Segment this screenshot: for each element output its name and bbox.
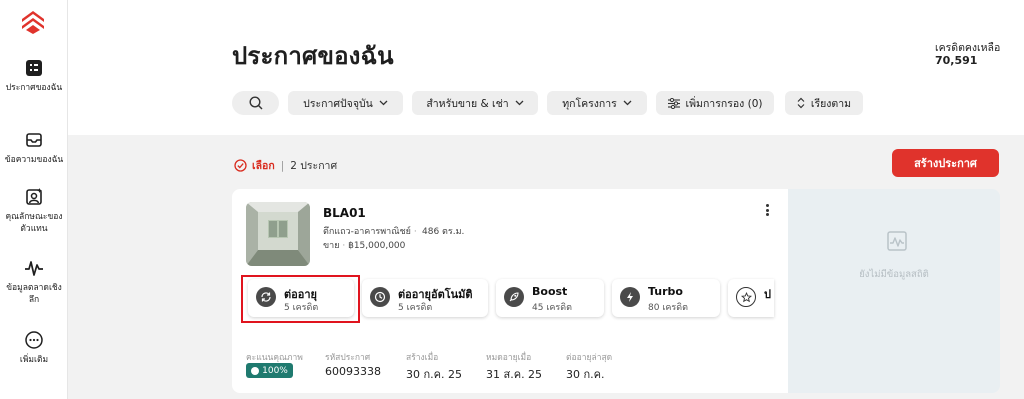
search-button[interactable] <box>232 91 279 115</box>
room-photo-image <box>246 202 310 266</box>
last-renewed-label: ต่ออายุล่าสุด <box>566 353 613 363</box>
more-options-icon[interactable] <box>762 202 772 218</box>
listing-size: 486 ตร.ม. <box>422 227 465 237</box>
filter-label: ทุกโครงการ <box>562 97 617 110</box>
star-icon <box>736 287 756 307</box>
featured-button[interactable]: ป <box>728 279 774 317</box>
listing-id-label: รหัสประกาศ <box>325 353 371 363</box>
action-name: ป <box>764 288 771 301</box>
filter-label: เรียงตาม <box>810 97 852 110</box>
action-name: Boost <box>532 285 568 298</box>
created-label: สร้างเมื่อ <box>406 353 439 363</box>
sliders-icon <box>667 97 680 109</box>
last-renewed-value: 30 ก.ค. <box>566 368 605 381</box>
sidebar-item-more[interactable]: เพิ่มเติม <box>0 330 68 366</box>
sort-icon <box>797 97 805 109</box>
filter-sale-rent[interactable]: สำหรับขาย & เช่า <box>412 91 538 115</box>
expires-value: 31 ส.ค. 25 <box>486 368 543 381</box>
filter-label: ประกาศปัจจุบัน <box>303 97 373 110</box>
sidebar-item-label: ข้อความของฉัน <box>4 155 64 165</box>
stats-chart-icon <box>887 231 907 251</box>
chevron-down-icon <box>515 100 524 106</box>
action-credit: 5 เครดิต <box>398 303 433 313</box>
sidebar-item-messages[interactable]: ข้อความของฉัน <box>0 130 68 166</box>
market-pulse-icon <box>25 261 43 276</box>
sort-button[interactable]: เรียงตาม <box>785 91 863 115</box>
sidebar-item-label: ข้อมูลตลาดเชิงลึก <box>6 283 62 305</box>
sidebar-item-market-insights[interactable]: ข้อมูลตลาดเชิงลึก <box>0 258 68 306</box>
sidebar-item-label: คุณลักษณะของตัวแทน <box>5 212 63 234</box>
sidebar-item-label: เพิ่มเติม <box>19 355 49 365</box>
agent-profile-icon <box>26 188 42 205</box>
rocket-icon <box>504 287 524 307</box>
filter-label: สำหรับขาย & เช่า <box>426 97 509 110</box>
action-name: Turbo <box>648 285 683 298</box>
expires-label: หมดอายุเมื่อ <box>486 353 532 363</box>
search-icon <box>248 96 262 110</box>
sidebar: ประกาศของฉัน ข้อความของฉัน คุณลักษณะของต… <box>0 0 68 399</box>
quality-score-value: 100% <box>262 365 288 376</box>
quality-score-badge: 100% <box>246 363 293 378</box>
sidebar-item-label: ประกาศของฉัน <box>5 83 63 93</box>
turbo-button[interactable]: Turbo 80 เครดิต <box>612 279 720 317</box>
listing-thumbnail[interactable] <box>246 202 310 266</box>
smile-icon <box>251 366 260 375</box>
renew-highlight-box <box>241 275 360 323</box>
check-circle-icon[interactable] <box>234 159 247 172</box>
listing-id-value: 60093338 <box>325 365 381 378</box>
statistics-panel: ยังไม่มีข้อมูลสถิติ <box>788 189 1000 393</box>
filter-label: เพิ่มการกรอง (0) <box>685 97 763 110</box>
sale-label: ขาย <box>323 241 340 251</box>
page-title: ประกาศของฉัน <box>232 42 394 70</box>
listing-property-type: ตึกแถว-อาคารพาณิชย์ · <box>323 227 417 237</box>
listings-icon <box>26 60 42 76</box>
credit-balance-value: 70,591 <box>935 54 978 67</box>
quality-score-label: คะแนนคุณภาพ <box>246 353 303 363</box>
divider: | <box>280 159 285 172</box>
filter-projects[interactable]: ทุกโครงการ <box>547 91 647 115</box>
more-icon <box>25 331 43 349</box>
listing-price-line: ขาย · ฿15,000,000 <box>323 241 406 251</box>
inbox-icon <box>26 133 42 147</box>
listing-price: ฿15,000,000 <box>348 241 406 251</box>
chevron-down-icon <box>623 100 632 106</box>
listing-name[interactable]: BLA01 <box>323 206 366 220</box>
property-type-text: ตึกแถว-อาคารพาณิชย์ <box>323 227 411 237</box>
listing-count: 2 ประกาศ <box>290 160 338 172</box>
filter-current-listings[interactable]: ประกาศปัจจุบัน <box>288 91 403 115</box>
sidebar-item-my-listings[interactable]: ประกาศของฉัน <box>0 58 68 94</box>
no-stats-message: ยังไม่มีข้อมูลสถิติ <box>859 269 929 280</box>
chevron-down-icon <box>379 100 388 106</box>
action-credit: 80 เครดิต <box>648 303 688 313</box>
create-listing-button[interactable]: สร้างประกาศ <box>892 149 999 177</box>
lightning-icon <box>620 287 640 307</box>
action-credit: 45 เครดิต <box>532 303 572 313</box>
boost-button[interactable]: Boost 45 เครดิต <box>496 279 604 317</box>
clock-icon <box>370 287 390 307</box>
auto-renew-button[interactable]: ต่ออายุอัตโนมัติ 5 เครดิต <box>362 279 488 317</box>
selection-bar: เลือก | 2 ประกาศ <box>234 157 337 174</box>
brand-logo-icon[interactable] <box>19 8 47 36</box>
sidebar-item-agent-profile[interactable]: คุณลักษณะของตัวแทน <box>0 187 68 235</box>
add-filter-button[interactable]: เพิ่มการกรอง (0) <box>656 91 774 115</box>
select-toggle[interactable]: เลือก <box>252 157 275 174</box>
created-value: 30 ก.ค. 25 <box>406 368 462 381</box>
